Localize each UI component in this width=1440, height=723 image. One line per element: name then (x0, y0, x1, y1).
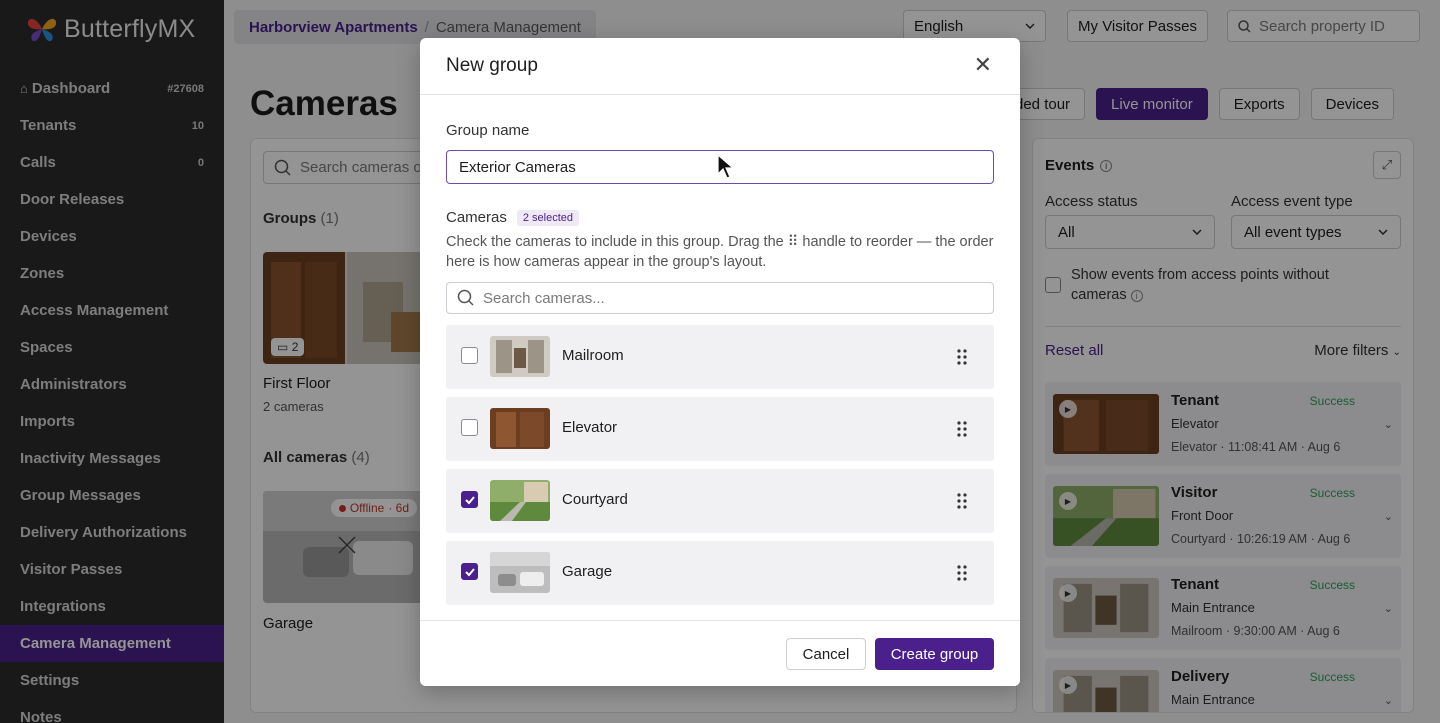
camera-name: Courtyard (562, 491, 628, 508)
checkmark-icon (464, 567, 475, 576)
checkmark-icon (464, 495, 475, 504)
camera-preview-image (490, 480, 550, 521)
create-group-button[interactable]: Create group (875, 638, 994, 670)
drag-handle[interactable] (956, 419, 968, 439)
camera-preview-image (490, 408, 550, 449)
close-icon[interactable]: ✕ (974, 54, 992, 76)
camera-filter-placeholder: Search cameras... (483, 289, 605, 307)
camera-checkbox[interactable] (461, 347, 478, 364)
mouse-cursor-icon (717, 154, 735, 179)
camera-row-courtyard[interactable]: Courtyard (446, 469, 994, 533)
drag-handle-icon (957, 493, 967, 509)
camera-filter-input[interactable]: Search cameras... (446, 282, 994, 314)
drag-handle-icon (957, 349, 967, 365)
drag-handle-icon (957, 565, 967, 581)
drag-handle[interactable] (956, 347, 968, 367)
group-name-label: Group name (446, 122, 530, 139)
camera-thumbnail (490, 480, 550, 521)
cameras-help-text: Check the cameras to include in this gro… (446, 234, 994, 270)
camera-checkbox[interactable] (461, 491, 478, 508)
camera-thumbnail (490, 336, 550, 377)
drag-handle[interactable] (956, 491, 968, 511)
camera-thumbnail (490, 552, 550, 593)
camera-name: Elevator (562, 419, 618, 436)
camera-checkbox[interactable] (461, 563, 478, 580)
selected-count-badge: 2 selected (516, 209, 580, 226)
camera-row-garage[interactable]: Garage (446, 541, 994, 605)
drag-handle-icon (957, 421, 967, 437)
cancel-button[interactable]: Cancel (786, 638, 866, 670)
camera-preview-image (490, 552, 550, 593)
camera-row-elevator[interactable]: Elevator (446, 397, 994, 461)
camera-row-mailroom[interactable]: Mailroom (446, 325, 994, 389)
camera-preview-image (490, 336, 550, 377)
camera-name: Mailroom (562, 347, 624, 364)
camera-name: Garage (562, 563, 613, 580)
dialog-title: New group (446, 55, 538, 76)
cameras-label: Cameras (446, 209, 507, 226)
dialog-header: New group ✕ (420, 38, 1020, 95)
search-icon (457, 289, 474, 306)
camera-thumbnail (490, 408, 550, 449)
cameras-heading: Cameras 2 selected (446, 209, 580, 226)
drag-handle[interactable] (956, 563, 968, 583)
new-group-dialog: New group ✕ Group name Cameras 2 selecte… (420, 38, 1020, 686)
camera-checkbox[interactable] (461, 419, 478, 436)
dialog-footer: Cancel Create group (420, 620, 1020, 686)
